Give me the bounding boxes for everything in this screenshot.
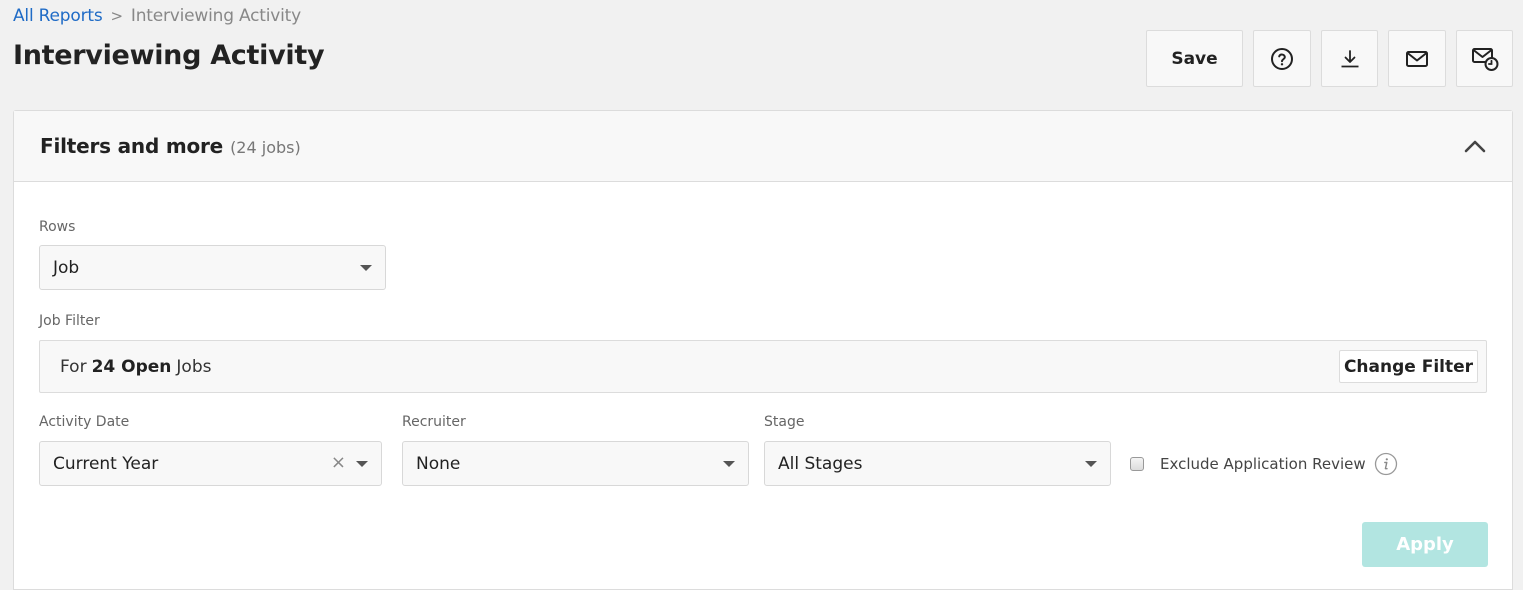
- activity-date-label: Activity Date: [39, 414, 130, 430]
- schedule-email-icon: [1471, 47, 1498, 71]
- filters-panel-header[interactable]: Filters and more (24 jobs): [14, 111, 1512, 182]
- download-icon: [1341, 49, 1358, 67]
- stage-label: Stage: [764, 414, 805, 430]
- clear-icon[interactable]: ×: [331, 454, 346, 472]
- breadcrumb-all-reports-link[interactable]: All Reports: [13, 6, 103, 26]
- save-button[interactable]: Save: [1146, 30, 1243, 87]
- email-button[interactable]: [1388, 30, 1446, 87]
- exclude-application-review: Exclude Application Review: [1130, 452, 1398, 476]
- filters-job-count: (24 jobs): [230, 137, 301, 157]
- caret-down-icon: [356, 461, 368, 467]
- filters-panel: Filters and more (24 jobs) Rows Job Job …: [13, 110, 1513, 590]
- caret-down-icon: [723, 461, 735, 467]
- caret-down-icon: [1085, 461, 1097, 467]
- job-filter-suffix: Jobs: [176, 356, 212, 377]
- job-filter-box: For 24 Open Jobs Change Filter: [39, 340, 1487, 393]
- exclude-application-review-label[interactable]: Exclude Application Review: [1160, 455, 1366, 473]
- job-filter-label: Job Filter: [39, 313, 100, 329]
- caret-down-icon: [360, 265, 372, 271]
- help-icon: [1271, 47, 1293, 70]
- activity-date-value: Current Year: [53, 453, 159, 474]
- chevron-up-icon[interactable]: [1464, 139, 1486, 153]
- email-icon: [1406, 50, 1428, 67]
- recruiter-label: Recruiter: [402, 414, 466, 430]
- rows-select-value: Job: [53, 257, 80, 278]
- filters-panel-title: Filters and more: [40, 134, 224, 158]
- rows-label: Rows: [39, 219, 76, 235]
- breadcrumb: All Reports > Interviewing Activity: [13, 6, 301, 26]
- schedule-email-button[interactable]: [1456, 30, 1513, 87]
- change-filter-button[interactable]: Change Filter: [1339, 350, 1478, 383]
- job-filter-prefix: For: [60, 356, 87, 377]
- breadcrumb-separator-icon: >: [110, 7, 124, 25]
- job-filter-count: 24 Open: [91, 356, 172, 377]
- recruiter-select[interactable]: None: [402, 441, 749, 486]
- stage-value: All Stages: [778, 453, 863, 474]
- help-button[interactable]: [1253, 30, 1311, 87]
- download-button[interactable]: [1321, 30, 1378, 87]
- apply-button[interactable]: Apply: [1362, 522, 1488, 567]
- breadcrumb-current: Interviewing Activity: [130, 6, 301, 26]
- toolbar: Save: [0, 30, 1523, 88]
- activity-date-select[interactable]: Current Year ×: [39, 441, 382, 486]
- recruiter-value: None: [416, 453, 461, 474]
- exclude-application-review-checkbox[interactable]: [1130, 457, 1144, 471]
- stage-select[interactable]: All Stages: [764, 441, 1111, 486]
- rows-select[interactable]: Job: [39, 245, 386, 290]
- info-icon[interactable]: [1374, 452, 1398, 476]
